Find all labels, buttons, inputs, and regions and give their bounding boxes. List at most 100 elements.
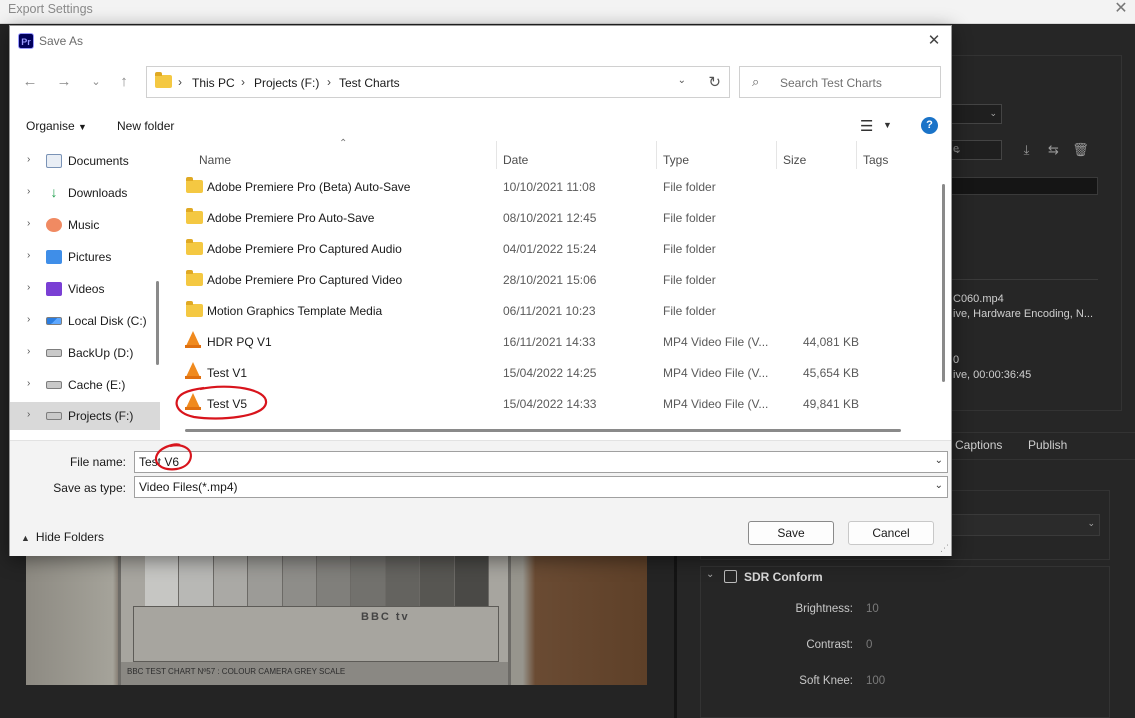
- chevron-down-icon[interactable]: ▼: [883, 120, 892, 130]
- sidebar-item-label: Downloads: [68, 186, 128, 200]
- tab-captions[interactable]: Captions: [955, 438, 1002, 452]
- search-box[interactable]: ⌕ Search Test Charts: [739, 66, 941, 98]
- import-preset-icon[interactable]: ⇆: [1045, 141, 1062, 158]
- sidebar-item-label: Local Disk (C:): [68, 314, 147, 328]
- contrast-value[interactable]: 0: [866, 639, 872, 651]
- chevron-right-icon[interactable]: ›: [27, 314, 30, 325]
- file-name-input[interactable]: Test V6 ⌄: [134, 451, 948, 473]
- column-header-type[interactable]: Type: [657, 141, 777, 169]
- file-row[interactable]: Adobe Premiere Pro Captured Audio 04/01/…: [176, 233, 936, 263]
- file-row[interactable]: Adobe Premiere Pro Captured Video 28/10/…: [176, 264, 936, 294]
- cancel-button[interactable]: Cancel: [848, 521, 934, 545]
- organise-button[interactable]: Organise ▼: [26, 119, 87, 133]
- sidebar-item-backup-d[interactable]: › BackUp (D:): [10, 339, 160, 367]
- delete-preset-icon[interactable]: 🗑: [1072, 141, 1089, 158]
- tab-publish[interactable]: Publish: [1028, 438, 1067, 452]
- column-header-size[interactable]: Size: [777, 141, 857, 169]
- breadcrumb-projects[interactable]: Projects (F:): [254, 76, 319, 90]
- breadcrumb-test-charts[interactable]: Test Charts: [339, 76, 400, 90]
- close-icon[interactable]: ✕: [1111, 0, 1131, 20]
- chevron-right-icon[interactable]: ›: [27, 282, 30, 293]
- file-row[interactable]: Test V5 15/04/2022 14:33 MP4 Video File …: [176, 388, 936, 418]
- file-row[interactable]: Test V1 15/04/2022 14:25 MP4 Video File …: [176, 357, 936, 387]
- chevron-down-icon[interactable]: ⌄: [706, 569, 714, 580]
- navigation-pane: › Documents › ↓ Downloads › Music › Pict…: [10, 141, 164, 441]
- breadcrumb-this-pc[interactable]: This PC: [192, 76, 235, 90]
- breadcrumb-separator-icon[interactable]: ›: [327, 75, 331, 89]
- hide-folders-button[interactable]: ▲ Hide Folders: [21, 530, 104, 544]
- chevron-right-icon[interactable]: ›: [27, 154, 30, 165]
- summary-output-file: C060.mp4: [953, 293, 1004, 305]
- recent-locations-chevron-icon[interactable]: ⌄: [85, 71, 107, 93]
- summary-output-details: ive, Hardware Encoding, N...: [953, 308, 1094, 320]
- column-header-name[interactable]: Name: [193, 141, 497, 169]
- column-header-date[interactable]: Date: [497, 141, 657, 169]
- vlc-video-file-icon: [185, 331, 201, 348]
- sidebar-item-documents[interactable]: › Documents: [10, 147, 160, 175]
- save-as-type-select[interactable]: Video Files(*.mp4) ⌄: [134, 476, 948, 498]
- chevron-right-icon[interactable]: ›: [27, 218, 30, 229]
- save-button[interactable]: Save: [748, 521, 834, 545]
- refresh-icon[interactable]: ↻: [708, 73, 721, 91]
- chevron-down-icon[interactable]: ⌄: [935, 455, 943, 466]
- chevron-right-icon[interactable]: ›: [27, 250, 30, 261]
- sidebar-item-pictures[interactable]: › Pictures: [10, 243, 160, 271]
- save-options-area: File name: Test V6 ⌄ Save as type: Video…: [10, 440, 951, 556]
- file-name: Adobe Premiere Pro Captured Video: [207, 273, 403, 287]
- file-date: 15/04/2022 14:25: [503, 366, 597, 380]
- sidebar-item-projects-f[interactable]: › Projects (F:): [10, 402, 160, 430]
- sidebar-item-downloads[interactable]: › ↓ Downloads: [10, 179, 160, 207]
- column-header-tags[interactable]: Tags: [857, 141, 937, 169]
- breadcrumb-separator-icon[interactable]: ›: [178, 75, 182, 89]
- format-select[interactable]: ⌄: [950, 104, 1002, 124]
- summary-source-file: 0: [953, 354, 960, 366]
- chevron-right-icon[interactable]: ›: [27, 346, 30, 357]
- comments-field[interactable]: [950, 177, 1098, 195]
- drive-icon: [46, 412, 62, 420]
- file-date: 15/04/2022 14:33: [503, 397, 597, 411]
- file-row[interactable]: Motion Graphics Template Media 06/11/202…: [176, 295, 936, 325]
- file-list-horizontal-scrollbar[interactable]: [185, 429, 901, 432]
- settings-dropdown[interactable]: ⌄: [950, 514, 1100, 536]
- chevron-down-icon[interactable]: ⌄: [935, 480, 943, 491]
- sidebar-item-music[interactable]: › Music: [10, 211, 160, 239]
- resize-grip-icon[interactable]: ⋰: [940, 543, 949, 554]
- file-size: 45,654 KB: [802, 366, 859, 380]
- file-row[interactable]: Adobe Premiere Pro Auto-Save 08/10/2021 …: [176, 202, 936, 232]
- file-list: ⌃ Name Date Type Size Tags Adobe Premier…: [166, 138, 951, 439]
- chevron-down-icon: ⌄: [989, 108, 997, 118]
- help-icon[interactable]: ?: [921, 117, 938, 134]
- folder-icon: [186, 177, 203, 193]
- chevron-right-icon[interactable]: ›: [27, 378, 30, 389]
- file-date: 10/10/2021 11:08: [503, 180, 596, 194]
- save-as-type-label: Save as type:: [53, 481, 126, 495]
- forward-arrow-icon[interactable]: →: [53, 71, 75, 93]
- close-icon[interactable]: ✕: [923, 30, 945, 52]
- file-type: File folder: [663, 180, 716, 194]
- back-arrow-icon[interactable]: ←: [19, 71, 41, 93]
- file-type: File folder: [663, 273, 716, 287]
- address-bar[interactable]: › This PC › Projects (F:) › Test Charts …: [146, 66, 730, 98]
- chevron-right-icon[interactable]: ›: [27, 409, 30, 420]
- brightness-value[interactable]: 10: [866, 603, 879, 615]
- chevron-down-icon[interactable]: ⌄: [678, 75, 686, 86]
- sidebar-item-label: Videos: [68, 282, 105, 296]
- file-list-vertical-scrollbar[interactable]: [942, 184, 945, 382]
- hide-folders-label: Hide Folders: [35, 530, 104, 544]
- soft-knee-value[interactable]: 100: [866, 675, 885, 687]
- file-row[interactable]: Adobe Premiere Pro (Beta) Auto-Save 10/1…: [176, 171, 936, 201]
- new-folder-button[interactable]: New folder: [117, 119, 174, 133]
- preset-select[interactable]: e ⌄: [950, 140, 1002, 160]
- view-options-icon[interactable]: ☰: [860, 117, 873, 135]
- up-arrow-icon[interactable]: ↑: [113, 71, 135, 93]
- sidebar-item-videos[interactable]: › Videos: [10, 275, 160, 303]
- file-row[interactable]: HDR PQ V1 16/11/2021 14:33 MP4 Video Fil…: [176, 326, 936, 356]
- drive-icon: [46, 349, 62, 357]
- chevron-right-icon[interactable]: ›: [27, 186, 30, 197]
- breadcrumb-separator-icon[interactable]: ›: [241, 75, 245, 89]
- sidebar-scrollbar[interactable]: [156, 281, 159, 365]
- sdr-conform-checkbox[interactable]: [724, 570, 737, 583]
- sidebar-item-cache-e[interactable]: › Cache (E:): [10, 371, 160, 399]
- save-preset-icon[interactable]: ⤓: [1018, 141, 1035, 158]
- sidebar-item-local-disk-c[interactable]: › Local Disk (C:): [10, 307, 160, 335]
